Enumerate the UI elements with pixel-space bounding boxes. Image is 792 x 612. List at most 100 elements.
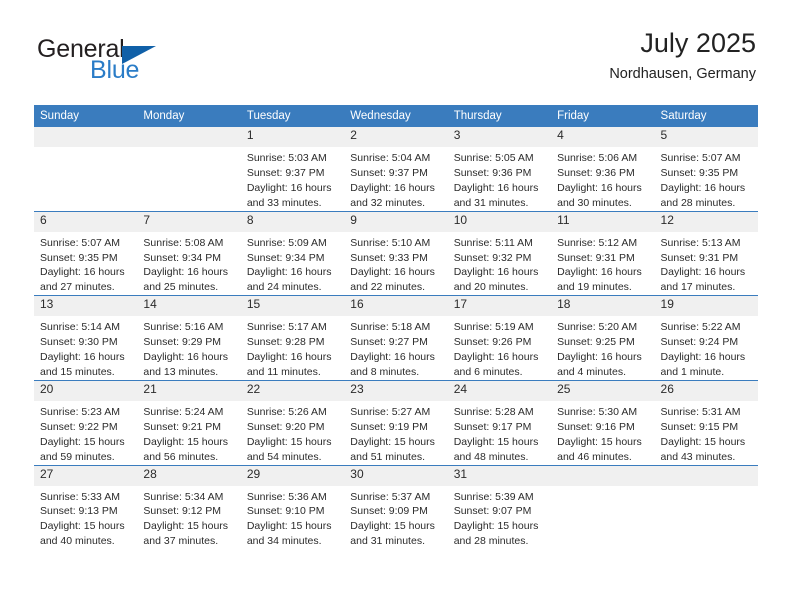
calendar-day-cell[interactable]: 30 Sunrise: 5:37 AM Sunset: 9:09 PM Dayl… [344,464,448,550]
calendar-day-cell[interactable]: 3 Sunrise: 5:05 AM Sunset: 9:36 PM Dayli… [447,127,552,212]
daylight-text: Daylight: 16 hours and 1 minute. [660,351,746,378]
day-number: 27 [34,465,138,486]
daylight-text: Daylight: 16 hours and 30 minutes. [557,181,642,209]
daylight-text: Daylight: 16 hours and 13 minutes. [143,351,229,378]
day-number: 3 [447,127,552,147]
day-number: 1 [240,127,345,147]
daylight-text: Daylight: 16 hours and 17 minutes. [660,266,746,294]
calendar-day-cell[interactable]: 9 Sunrise: 5:10 AM Sunset: 9:33 PM Dayli… [344,210,448,296]
calendar-day-cell[interactable] [654,464,758,550]
day-details [34,147,137,151]
weekday-header-thursday: Thursday [447,105,552,127]
calendar-day-cell[interactable]: 4 Sunrise: 5:06 AM Sunset: 9:36 PM Dayli… [551,127,655,212]
calendar-day-cell[interactable] [34,127,138,212]
calendar-day-cell[interactable]: 24 Sunrise: 5:28 AM Sunset: 9:17 PM Dayl… [447,379,552,465]
sunrise-text: Sunrise: 5:07 AM [660,152,741,164]
day-number: 25 [551,380,655,401]
calendar-day-cell[interactable]: 8 Sunrise: 5:09 AM Sunset: 9:34 PM Dayli… [240,210,345,296]
calendar-day-cell[interactable]: 17 Sunrise: 5:19 AM Sunset: 9:26 PM Dayl… [447,295,552,381]
calendar-day-cell[interactable] [551,464,655,550]
calendar-day-cell[interactable]: 26 Sunrise: 5:31 AM Sunset: 9:15 PM Dayl… [654,379,758,465]
day-details: Sunrise: 5:31 AM Sunset: 9:15 PM Dayligh… [655,401,758,465]
day-details: Sunrise: 5:30 AM Sunset: 9:16 PM Dayligh… [551,401,654,465]
calendar-day-cell[interactable]: 10 Sunrise: 5:11 AM Sunset: 9:32 PM Dayl… [447,210,552,296]
calendar-day-cell[interactable]: 2 Sunrise: 5:04 AM Sunset: 9:37 PM Dayli… [344,127,448,212]
sunrise-text: Sunrise: 5:37 AM [350,490,431,503]
calendar-day-cell[interactable]: 14 Sunrise: 5:16 AM Sunset: 9:29 PM Dayl… [137,295,241,381]
sunrise-text: Sunrise: 5:26 AM [246,405,327,418]
daylight-text: Daylight: 15 hours and 37 minutes. [143,520,229,548]
day-details: Sunrise: 5:22 AM Sunset: 9:24 PM Dayligh… [655,316,758,380]
sunset-text: Sunset: 9:35 PM [40,251,118,264]
calendar-day-cell[interactable]: 28 Sunrise: 5:34 AM Sunset: 9:12 PM Dayl… [137,464,241,550]
calendar-day-cell[interactable]: 6 Sunrise: 5:07 AM Sunset: 9:35 PM Dayli… [34,210,138,296]
page-header: General Blue July 2025 Nordhausen, Germa… [34,28,756,98]
sunrise-text: Sunrise: 5:11 AM [453,236,533,249]
sunrise-text: Sunrise: 5:07 AM [40,236,120,249]
sunset-text: Sunset: 9:36 PM [557,166,635,179]
daylight-text: Daylight: 15 hours and 54 minutes. [246,435,332,463]
sunset-text: Sunset: 9:37 PM [246,166,325,179]
day-details: Sunrise: 5:36 AM Sunset: 9:10 PM Dayligh… [241,486,344,550]
sunset-text: Sunset: 9:34 PM [246,251,325,264]
generalblue-logo[interactable]: General Blue [34,32,254,92]
sunrise-text: Sunrise: 5:06 AM [557,152,638,164]
day-number: 19 [654,296,758,317]
day-number [137,127,241,147]
calendar-day-cell[interactable]: 11 Sunrise: 5:12 AM Sunset: 9:31 PM Dayl… [551,210,655,296]
sunset-text: Sunset: 9:32 PM [453,251,532,264]
day-number: 4 [551,127,655,147]
calendar-day-cell[interactable]: 29 Sunrise: 5:36 AM Sunset: 9:10 PM Dayl… [240,464,345,550]
sunset-text: Sunset: 9:22 PM [40,420,118,433]
calendar-day-cell[interactable]: 16 Sunrise: 5:18 AM Sunset: 9:27 PM Dayl… [344,295,448,381]
sunset-text: Sunset: 9:34 PM [143,251,222,264]
calendar-day-cell[interactable]: 21 Sunrise: 5:24 AM Sunset: 9:21 PM Dayl… [137,379,241,465]
day-details: Sunrise: 5:23 AM Sunset: 9:22 PM Dayligh… [34,401,137,465]
calendar-week-row: 6 Sunrise: 5:07 AM Sunset: 9:35 PM Dayli… [34,210,758,296]
sunrise-text: Sunrise: 5:33 AM [40,490,120,503]
day-details: Sunrise: 5:09 AM Sunset: 9:34 PM Dayligh… [241,232,344,296]
sunrise-text: Sunrise: 5:30 AM [557,405,638,418]
sunset-text: Sunset: 9:24 PM [660,336,739,349]
day-number: 23 [344,380,448,401]
calendar-day-cell[interactable]: 1 Sunrise: 5:03 AM Sunset: 9:37 PM Dayli… [240,127,345,212]
calendar-day-cell[interactable]: 18 Sunrise: 5:20 AM Sunset: 9:25 PM Dayl… [551,295,655,381]
calendar-day-cell[interactable]: 31 Sunrise: 5:39 AM Sunset: 9:07 PM Dayl… [447,464,552,550]
calendar-day-cell[interactable]: 25 Sunrise: 5:30 AM Sunset: 9:16 PM Dayl… [551,379,655,465]
daylight-text: Daylight: 16 hours and 31 minutes. [453,181,539,209]
sunset-text: Sunset: 9:26 PM [453,336,532,349]
sunrise-text: Sunrise: 5:08 AM [143,236,224,249]
day-number: 14 [137,296,241,317]
day-details: Sunrise: 5:12 AM Sunset: 9:31 PM Dayligh… [551,232,654,296]
day-details: Sunrise: 5:33 AM Sunset: 9:13 PM Dayligh… [34,486,137,550]
calendar-day-cell[interactable]: 7 Sunrise: 5:08 AM Sunset: 9:34 PM Dayli… [137,210,241,296]
calendar-day-cell[interactable]: 22 Sunrise: 5:26 AM Sunset: 9:20 PM Dayl… [240,379,345,465]
day-number: 21 [137,380,241,401]
daylight-text: Daylight: 16 hours and 8 minutes. [350,351,435,378]
calendar-day-cell[interactable]: 20 Sunrise: 5:23 AM Sunset: 9:22 PM Dayl… [34,379,138,465]
calendar-day-cell[interactable]: 13 Sunrise: 5:14 AM Sunset: 9:30 PM Dayl… [34,295,138,381]
calendar-day-cell[interactable]: 27 Sunrise: 5:33 AM Sunset: 9:13 PM Dayl… [34,464,138,550]
sunset-text: Sunset: 9:17 PM [453,420,532,433]
calendar-day-cell[interactable]: 19 Sunrise: 5:22 AM Sunset: 9:24 PM Dayl… [654,295,758,381]
sunset-text: Sunset: 9:27 PM [350,336,428,349]
calendar-day-cell[interactable]: 15 Sunrise: 5:17 AM Sunset: 9:28 PM Dayl… [240,295,345,381]
day-number: 11 [551,211,655,232]
calendar-day-cell[interactable] [137,127,241,212]
day-number: 20 [34,380,138,401]
day-details [137,147,240,151]
sunrise-text: Sunrise: 5:16 AM [143,321,224,334]
sunset-text: Sunset: 9:30 PM [40,336,118,349]
day-details: Sunrise: 5:37 AM Sunset: 9:09 PM Dayligh… [344,486,447,550]
daylight-text: Daylight: 16 hours and 25 minutes. [143,266,229,294]
day-details: Sunrise: 5:14 AM Sunset: 9:30 PM Dayligh… [34,316,137,380]
calendar-day-cell[interactable]: 5 Sunrise: 5:07 AM Sunset: 9:35 PM Dayli… [654,127,758,212]
day-details: Sunrise: 5:07 AM Sunset: 9:35 PM Dayligh… [655,147,758,211]
calendar-day-cell[interactable]: 12 Sunrise: 5:13 AM Sunset: 9:31 PM Dayl… [654,210,758,296]
weekday-header-sunday: Sunday [34,105,138,127]
day-details: Sunrise: 5:39 AM Sunset: 9:07 PM Dayligh… [448,486,551,550]
calendar-day-cell[interactable]: 23 Sunrise: 5:27 AM Sunset: 9:19 PM Dayl… [344,379,448,465]
day-number: 9 [344,211,448,232]
day-details: Sunrise: 5:28 AM Sunset: 9:17 PM Dayligh… [448,401,551,465]
sunrise-text: Sunrise: 5:12 AM [557,236,638,249]
